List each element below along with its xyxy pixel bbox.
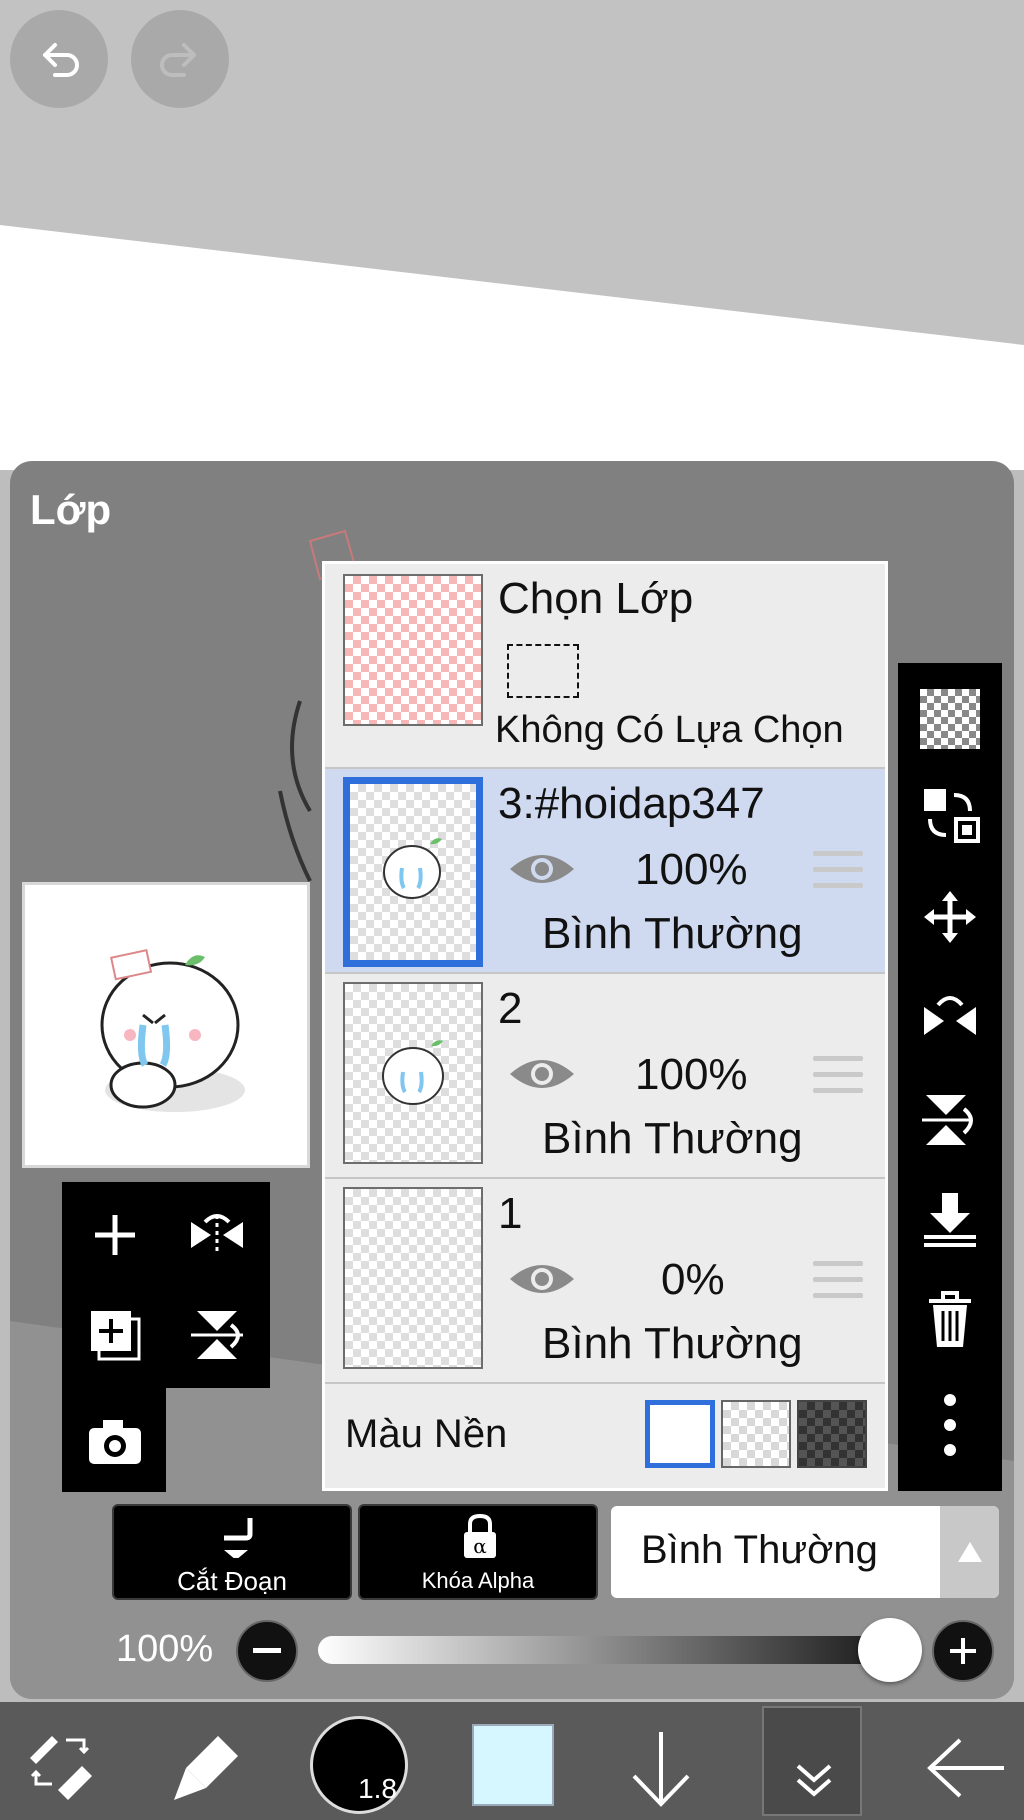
flip-horizontal-side-button[interactable] <box>898 977 1002 1061</box>
layer-row[interactable]: 1 0% Bình Thường <box>325 1179 885 1384</box>
transparency-button[interactable] <box>898 677 1002 761</box>
layer-opacity: 100% <box>635 845 748 894</box>
color-swatch-button[interactable] <box>472 1724 554 1806</box>
redo-button[interactable] <box>131 10 229 108</box>
alpha-lock-button[interactable]: α Khóa Alpha <box>358 1504 598 1600</box>
layer-row[interactable]: 2 100% Bình Thường <box>325 974 885 1179</box>
merge-down-icon <box>924 1193 976 1247</box>
eye-icon[interactable] <box>508 1257 576 1301</box>
swap-layer-button[interactable] <box>898 773 1002 857</box>
more-vertical-icon <box>944 1394 956 1456</box>
double-chevron-down-icon <box>796 1764 832 1797</box>
alpha-lock-label: Khóa Alpha <box>421 1568 535 1593</box>
opacity-slider-track[interactable] <box>318 1636 878 1664</box>
lock-icon: α <box>464 1513 496 1558</box>
layer-blend-mode: Bình Thường <box>542 1114 803 1163</box>
minus-icon <box>253 1648 281 1653</box>
layer-thumbnail <box>343 777 483 967</box>
clipping-label: Cắt Đoạn <box>177 1566 287 1596</box>
layer-down-button[interactable] <box>626 1728 696 1808</box>
brush-icon <box>174 1736 238 1800</box>
back-button[interactable] <box>924 1728 1008 1808</box>
selection-marquee-icon <box>507 644 579 698</box>
undo-icon <box>43 43 79 77</box>
opacity-decrease-button[interactable] <box>236 1620 298 1682</box>
redo-icon <box>160 43 196 77</box>
arrow-down-icon <box>632 1732 690 1807</box>
brush-size-button[interactable]: 1.8 <box>310 1716 408 1814</box>
canvas-preview[interactable] <box>22 882 310 1168</box>
eye-icon[interactable] <box>508 847 576 891</box>
layer-name: 3:#hoidap347 <box>498 779 765 828</box>
brush-tool-button[interactable] <box>168 1722 252 1806</box>
opacity-label: 100% <box>116 1628 214 1670</box>
layer-opacity: 100% <box>635 1050 748 1099</box>
merge-down-button[interactable] <box>898 1177 1002 1261</box>
background-dark-swatch[interactable] <box>797 1400 867 1468</box>
checkerboard-icon <box>920 689 980 749</box>
background-row: Màu Nền <box>325 1384 885 1488</box>
move-button[interactable] <box>898 875 1002 959</box>
layer-panel-toggle-button[interactable] <box>762 1706 862 1816</box>
layer-row[interactable]: 3:#hoidap347 100% Bình Thường <box>325 769 885 974</box>
background-white-swatch[interactable] <box>645 1400 715 1468</box>
selection-title: Chọn Lớp <box>498 574 694 623</box>
undo-button[interactable] <box>10 10 108 108</box>
layer-name: 1 <box>498 1189 523 1238</box>
layer-opacity: 0% <box>661 1255 725 1304</box>
opacity-slider-thumb[interactable] <box>858 1618 922 1682</box>
drag-handle-icon[interactable] <box>813 851 863 899</box>
drag-handle-icon[interactable] <box>813 1056 863 1104</box>
flip-vertical-side-button[interactable] <box>898 1077 1002 1161</box>
add-layer-button[interactable] <box>70 1190 160 1280</box>
layer-blend-mode: Bình Thường <box>542 1319 803 1368</box>
camera-icon <box>89 1420 141 1464</box>
selection-subtitle: Không Có Lựa Chọn <box>495 709 844 751</box>
duplicate-layer-button[interactable] <box>70 1290 160 1380</box>
clipping-arrow-icon <box>224 1518 253 1558</box>
selection-thumbnail <box>343 574 483 726</box>
trash-icon <box>929 1291 971 1347</box>
arrow-left-icon <box>927 1738 1004 1798</box>
duplicate-icon <box>91 1311 141 1361</box>
layer-thumbnail <box>343 982 483 1164</box>
flip-horizontal-button[interactable] <box>172 1190 262 1280</box>
brush-eraser-swap-icon <box>30 1736 92 1800</box>
flip-vertical-icon <box>191 1311 243 1359</box>
layer-side-toolbar <box>898 663 1002 1491</box>
swap-icon <box>924 789 980 843</box>
layer-blend-mode: Bình Thường <box>542 909 803 958</box>
tool-switch-button[interactable] <box>20 1722 100 1802</box>
drag-handle-icon[interactable] <box>813 1261 863 1309</box>
eye-icon[interactable] <box>508 1052 576 1096</box>
plus-icon <box>95 1215 135 1255</box>
delete-layer-button[interactable] <box>898 1277 1002 1361</box>
layer-thumbnail <box>343 1187 483 1369</box>
flip-horizontal-icon <box>924 996 976 1035</box>
triangle-up-icon <box>958 1542 982 1562</box>
camera-button[interactable] <box>70 1396 160 1486</box>
move-icon <box>924 891 976 943</box>
brush-size-value: 1.8 <box>358 1773 397 1804</box>
flip-vertical-button[interactable] <box>172 1290 262 1380</box>
blend-mode-value: Bình Thường <box>641 1528 878 1572</box>
clipping-button[interactable]: Cắt Đoạn <box>112 1504 352 1600</box>
flip-vertical-icon <box>922 1095 973 1145</box>
opacity-increase-button[interactable] <box>932 1620 994 1682</box>
layer-name: 2 <box>498 984 523 1033</box>
selection-layer-row[interactable]: Chọn Lớp Không Có Lựa Chọn <box>325 564 885 769</box>
background-label: Màu Nền <box>345 1412 508 1456</box>
panel-title: Lớp <box>30 486 112 533</box>
flip-horizontal-icon <box>191 1214 243 1255</box>
plus-icon <box>950 1638 976 1664</box>
layer-list: Chọn Lớp Không Có Lựa Chọn 3:#hoidap347 … <box>322 561 888 1491</box>
svg-text:α: α <box>473 1534 487 1558</box>
background-transparent-swatch[interactable] <box>721 1400 791 1468</box>
blend-mode-dropdown-button[interactable] <box>940 1506 999 1598</box>
more-options-button[interactable] <box>898 1375 1002 1475</box>
